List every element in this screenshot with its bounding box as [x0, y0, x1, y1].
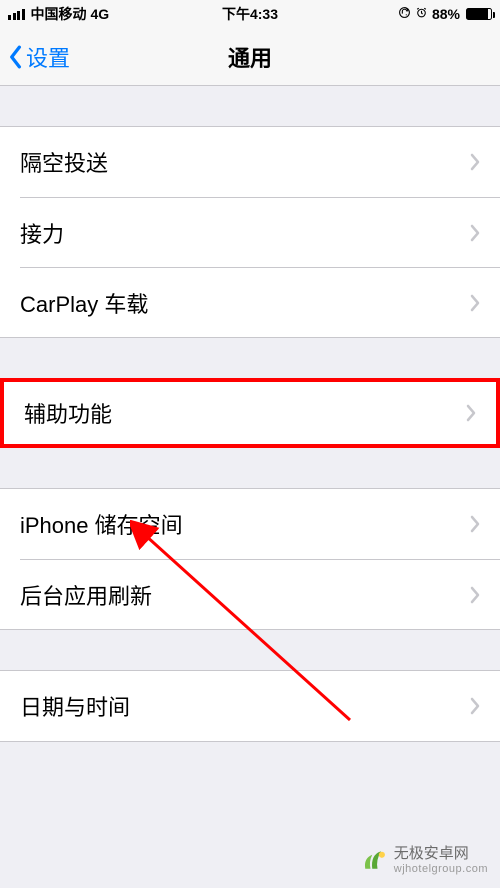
row-handoff[interactable]: 接力	[20, 197, 500, 267]
chevron-right-icon	[470, 697, 480, 715]
list-group-highlighted: 辅助功能	[0, 378, 500, 448]
status-bar: 中国移动 4G 下午4:33 88%	[0, 0, 500, 28]
list-group: 日期与时间	[0, 670, 500, 742]
chevron-right-icon	[466, 404, 476, 422]
signal-icon	[8, 9, 25, 20]
group-spacer	[0, 630, 500, 670]
group-spacer	[0, 86, 500, 126]
chevron-left-icon	[8, 45, 22, 69]
group-spacer	[0, 448, 500, 488]
row-label: 日期与时间	[20, 690, 470, 722]
row-label: 辅助功能	[24, 397, 466, 429]
carrier-label: 中国移动	[31, 4, 87, 24]
row-label: iPhone 储存空间	[20, 508, 470, 540]
lock-icon	[398, 6, 411, 22]
back-label: 设置	[26, 41, 70, 73]
watermark-logo-icon	[360, 846, 388, 874]
row-background-refresh[interactable]: 后台应用刷新	[20, 559, 500, 629]
watermark: 无极安卓网 wjhotelgroup.com	[360, 845, 488, 876]
row-date-time[interactable]: 日期与时间	[0, 671, 500, 741]
watermark-url: wjhotelgroup.com	[394, 863, 488, 876]
row-accessibility[interactable]: 辅助功能	[4, 382, 496, 444]
battery-pct: 88%	[432, 6, 460, 22]
network-label: 4G	[91, 6, 110, 22]
chevron-right-icon	[470, 224, 480, 242]
clock: 下午4:33	[222, 4, 278, 24]
status-right: 88%	[398, 6, 492, 22]
chevron-right-icon	[470, 294, 480, 312]
row-iphone-storage[interactable]: iPhone 储存空间	[0, 489, 500, 559]
list-group: iPhone 储存空间 后台应用刷新	[0, 488, 500, 630]
chevron-right-icon	[470, 153, 480, 171]
list-group: 隔空投送 接力 CarPlay 车载	[0, 126, 500, 338]
page-title: 通用	[228, 41, 272, 73]
battery-icon	[466, 8, 492, 20]
row-label: CarPlay 车载	[20, 287, 470, 319]
row-label: 后台应用刷新	[20, 579, 470, 611]
watermark-title: 无极安卓网	[394, 845, 488, 863]
chevron-right-icon	[470, 515, 480, 533]
alarm-icon	[415, 6, 428, 22]
nav-bar: 设置 通用	[0, 28, 500, 86]
row-label: 接力	[20, 217, 470, 249]
group-spacer	[0, 338, 500, 378]
back-button[interactable]: 设置	[8, 41, 70, 73]
row-airdrop[interactable]: 隔空投送	[0, 127, 500, 197]
row-carplay[interactable]: CarPlay 车载	[20, 267, 500, 337]
status-left: 中国移动 4G	[8, 4, 109, 24]
row-label: 隔空投送	[20, 146, 470, 178]
chevron-right-icon	[470, 586, 480, 604]
